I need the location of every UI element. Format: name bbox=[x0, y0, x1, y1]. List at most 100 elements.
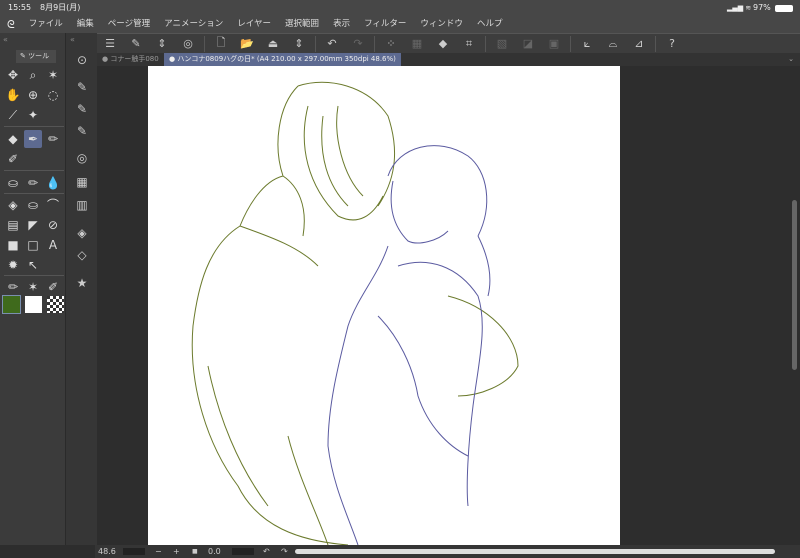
menu-view[interactable]: 表示 bbox=[326, 16, 357, 33]
move-icon[interactable]: ✥ bbox=[4, 66, 22, 84]
menu-filter[interactable]: フィルター bbox=[357, 16, 413, 33]
vertical-scrollbar[interactable] bbox=[792, 200, 797, 370]
new-file-icon[interactable]: 🗋 bbox=[208, 34, 234, 54]
tool-property-icon[interactable]: ✎ bbox=[72, 80, 92, 98]
menu-page[interactable]: ページ管理 bbox=[101, 16, 157, 33]
companion-icon[interactable]: ◎ bbox=[175, 34, 201, 54]
chevron-down-icon[interactable]: ⌄ bbox=[788, 53, 794, 66]
fit-icon[interactable]: ■ bbox=[192, 545, 198, 558]
navigator-icon[interactable]: ⊙ bbox=[72, 53, 92, 71]
zoom-value[interactable]: 48.6 bbox=[98, 545, 116, 558]
balloon-icon[interactable]: ⊘ bbox=[44, 216, 62, 234]
frame-border-icon[interactable]: ▤ bbox=[4, 216, 22, 234]
eyedropper-icon[interactable]: ⟋ bbox=[4, 106, 22, 124]
object-select-icon[interactable]: ⊕ bbox=[24, 86, 42, 104]
grid-snap-icon[interactable]: ⊿ bbox=[626, 34, 652, 54]
menu-edit[interactable]: 編集 bbox=[70, 16, 101, 33]
palette-bar: « ⊙ ✎ ✎ ✎ ◎ ▦ ▥ ◈ ◇ ★ bbox=[65, 33, 97, 545]
save-icon[interactable]: ⏏ bbox=[260, 34, 286, 54]
menu-help[interactable]: ヘルプ bbox=[470, 16, 510, 33]
rotate-left-icon[interactable]: ↶ bbox=[263, 545, 270, 558]
undo-icon[interactable]: ↶ bbox=[319, 34, 345, 54]
stamp-icon[interactable]: ⛀ bbox=[24, 196, 42, 214]
app-logo-icon[interactable]: ᘓ bbox=[0, 16, 22, 33]
correct-line-icon[interactable]: ↖ bbox=[24, 256, 42, 274]
tab-document-active[interactable]: ● ハンコナ0809ハグの日* (A4 210.00 x 297.00mm 35… bbox=[164, 53, 401, 66]
effect-line-icon[interactable]: ✹ bbox=[4, 256, 22, 274]
transparent-swatch[interactable] bbox=[47, 296, 64, 313]
menu-selection[interactable]: 選択範囲 bbox=[278, 16, 326, 33]
help-icon[interactable]: ? bbox=[659, 34, 685, 54]
menu-bar: ᘓ ファイル 編集 ページ管理 アニメーション レイヤー 選択範囲 表示 フィル… bbox=[0, 16, 800, 33]
zoom-in-button[interactable]: + bbox=[173, 545, 180, 558]
menu-layer[interactable]: レイヤー bbox=[230, 16, 278, 33]
canvas-page[interactable] bbox=[148, 66, 620, 546]
text-icon[interactable]: A bbox=[44, 236, 62, 254]
menu-window[interactable]: ウィンドウ bbox=[413, 16, 470, 33]
sparkle-icon[interactable]: ✦ bbox=[24, 106, 42, 124]
layers-icon[interactable]: ◇ bbox=[72, 248, 92, 266]
main-color-swatch[interactable] bbox=[2, 295, 21, 314]
sub-tool-detail-icon[interactable]: ✎ bbox=[72, 124, 92, 142]
tool-panel: « ✎ ツール ✥ ⌕ ✶ ✋ ⊕ ◌ ⟋ ✦ ◆ ✒ ✏ ✐ ⛀ ✏ 💧 ◈ … bbox=[0, 33, 65, 545]
curve-icon[interactable]: ⌒ bbox=[44, 196, 62, 214]
color-wheel-icon[interactable]: ◎ bbox=[72, 151, 92, 169]
airbrush-icon[interactable]: ⛀ bbox=[4, 174, 22, 192]
rotate-right-icon[interactable]: ↷ bbox=[281, 545, 288, 558]
material-icon[interactable]: ★ bbox=[72, 276, 92, 294]
ios-status-bar: 15:55 8月9日(月) ▂▄▆ ≋ 97% bbox=[0, 0, 800, 16]
brush-size-icon[interactable]: ✎ bbox=[72, 102, 92, 120]
zoom-icon[interactable]: ⌕ bbox=[24, 66, 42, 84]
battery-icon bbox=[775, 5, 793, 12]
purple-figure-lines bbox=[327, 145, 491, 546]
auto-select-icon[interactable]: ✶ bbox=[44, 66, 62, 84]
zoom-out-button[interactable]: − bbox=[155, 545, 162, 558]
pencil-icon[interactable]: ✏ bbox=[44, 130, 62, 148]
chevron-updown-icon[interactable]: ⇕ bbox=[286, 34, 312, 54]
layer-property-icon[interactable]: ◈ bbox=[72, 226, 92, 244]
menu-icon[interactable]: ☰ bbox=[97, 34, 123, 54]
chevron-updown-icon[interactable]: ⇕ bbox=[149, 34, 175, 54]
menu-animation[interactable]: アニメーション bbox=[157, 16, 230, 33]
rotation-value[interactable]: 0.0 bbox=[208, 545, 221, 558]
hand-icon[interactable]: ✋ bbox=[4, 86, 22, 104]
sub-magic-icon[interactable]: ✶ bbox=[24, 278, 42, 296]
color-set-icon[interactable]: ▦ bbox=[72, 175, 92, 193]
decoration-icon[interactable]: ✏ bbox=[24, 174, 42, 192]
ruler-snap-icon[interactable]: ⟀ bbox=[574, 34, 600, 54]
horizontal-scrollbar[interactable] bbox=[295, 549, 775, 554]
ruler-icon[interactable]: ◤ bbox=[24, 216, 42, 234]
edit-canvas-icon[interactable]: ✎ bbox=[123, 34, 149, 54]
transform-icon[interactable]: ⌗ bbox=[456, 34, 482, 54]
sub-pen-icon[interactable]: ✏ bbox=[4, 278, 22, 296]
gradient-icon[interactable]: ■ bbox=[4, 236, 22, 254]
clear-icon[interactable]: ▧ bbox=[489, 34, 515, 54]
battery-percent: 97% bbox=[753, 3, 771, 12]
fill-icon[interactable]: ◈ bbox=[4, 196, 22, 214]
zoom-slider[interactable] bbox=[123, 548, 145, 555]
tool-tab[interactable]: ✎ ツール bbox=[16, 50, 56, 63]
menu-file[interactable]: ファイル bbox=[22, 16, 70, 33]
redo-icon[interactable]: ↷ bbox=[345, 34, 371, 54]
open-folder-icon[interactable]: 📂 bbox=[234, 34, 260, 54]
eraser-icon[interactable]: ◆ bbox=[4, 130, 22, 148]
special-ruler-icon[interactable]: ⌓ bbox=[600, 34, 626, 54]
collapse-icon[interactable]: « bbox=[3, 35, 8, 44]
tab-document[interactable]: ● コナー触手080 bbox=[97, 53, 161, 66]
fill-selection-icon[interactable]: ◪ bbox=[515, 34, 541, 54]
figure-icon[interactable]: □ bbox=[24, 236, 42, 254]
pen-icon[interactable]: ✒ bbox=[24, 130, 42, 148]
rotation-slider[interactable] bbox=[232, 548, 254, 555]
lasso-icon[interactable]: ◌ bbox=[44, 86, 62, 104]
copy-layer-icon[interactable]: ▦ bbox=[404, 34, 430, 54]
frame-icon[interactable]: ▣ bbox=[541, 34, 567, 54]
green-figure-lines bbox=[191, 81, 519, 546]
sub-brush-icon[interactable]: ✐ bbox=[44, 278, 62, 296]
sub-color-swatch[interactable] bbox=[25, 296, 42, 313]
deselect-icon[interactable]: ⁘ bbox=[378, 34, 404, 54]
blend-icon[interactable]: 💧 bbox=[44, 174, 62, 192]
brush-icon[interactable]: ✐ bbox=[4, 150, 22, 168]
fill-icon[interactable]: ◆ bbox=[430, 34, 456, 54]
collapse-icon[interactable]: « bbox=[70, 35, 75, 44]
animation-icon[interactable]: ▥ bbox=[72, 198, 92, 216]
